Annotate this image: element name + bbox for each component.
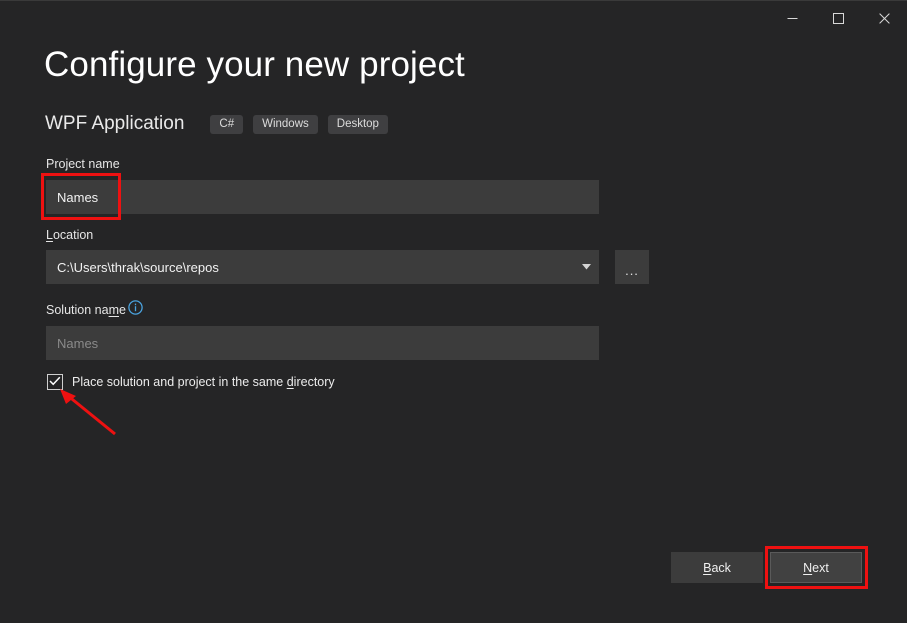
- close-icon: [879, 13, 890, 24]
- badge-language: C#: [210, 115, 243, 134]
- badge-platform: Windows: [253, 115, 318, 134]
- back-button-accel: B: [703, 561, 711, 575]
- solution-name-label-prefix: Solution na: [46, 303, 109, 317]
- next-button-label: ext: [812, 561, 829, 575]
- badge-project-type: Desktop: [328, 115, 388, 134]
- place-solution-same-directory-label: Place solution and project in the same d…: [72, 374, 335, 390]
- back-button[interactable]: Back: [671, 552, 763, 583]
- maximize-button[interactable]: [815, 1, 861, 36]
- location-combobox[interactable]: C:\Users\thrak\source\repos: [46, 250, 599, 284]
- browse-location-button[interactable]: ...: [615, 250, 649, 284]
- project-name-input[interactable]: [46, 180, 599, 214]
- same-dir-label-prefix: Place solution and project in the same: [72, 375, 287, 389]
- minimize-icon: [787, 13, 798, 24]
- place-solution-same-directory-checkbox[interactable]: [47, 374, 63, 390]
- place-solution-same-directory-row[interactable]: Place solution and project in the same d…: [47, 372, 335, 392]
- configure-project-dialog: Configure your new project WPF Applicati…: [0, 0, 907, 623]
- solution-name-label-accel: m: [109, 303, 119, 317]
- location-label: Location: [46, 227, 93, 243]
- template-summary: WPF Application C# Windows Desktop: [45, 111, 388, 137]
- solution-name-label-suffix: e: [119, 303, 126, 317]
- next-button[interactable]: Next: [770, 552, 862, 583]
- project-name-label: Project name: [46, 156, 120, 172]
- solution-name-input[interactable]: [46, 326, 599, 360]
- template-name: WPF Application: [45, 111, 184, 137]
- page-title: Configure your new project: [44, 43, 465, 87]
- title-bar: [0, 1, 907, 36]
- annotation-arrow-to-checkbox: [55, 386, 125, 441]
- next-button-accel: N: [803, 561, 812, 575]
- solution-name-label: Solution name: [46, 302, 126, 318]
- maximize-icon: [833, 13, 844, 24]
- location-value: C:\Users\thrak\source\repos: [46, 260, 573, 275]
- back-button-label: ack: [711, 561, 730, 575]
- same-dir-label-accel: d: [287, 375, 294, 389]
- same-dir-label-suffix: irectory: [294, 375, 335, 389]
- info-icon[interactable]: [128, 300, 143, 315]
- chevron-down-icon[interactable]: [573, 250, 599, 284]
- checkmark-icon: [49, 373, 61, 391]
- location-label-text: ocation: [53, 228, 93, 242]
- close-button[interactable]: [861, 1, 907, 36]
- location-label-accel: L: [46, 228, 53, 242]
- minimize-button[interactable]: [769, 1, 815, 36]
